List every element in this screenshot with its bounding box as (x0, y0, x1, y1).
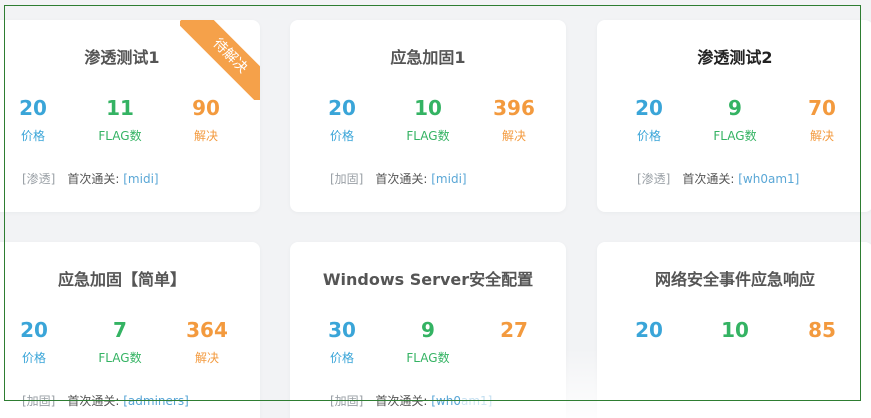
flag-stat: 10 (690, 318, 780, 342)
solved-label: 解决 (193, 129, 218, 143)
first-blood-user[interactable]: [adminers] (123, 394, 189, 408)
flag-stat: 7 FLAG数 (75, 318, 165, 365)
category-tag: [渗透] (637, 172, 671, 186)
first-blood: [加固] 首次通关: [adminers] (22, 392, 189, 409)
price-stat: 20 价格 (0, 318, 79, 365)
first-blood-label: 首次通关: (67, 394, 120, 408)
first-blood-label: 首次通关: (682, 172, 735, 186)
solved-count: 85 (808, 318, 836, 342)
flag-stat: 9 FLAG数 (383, 318, 473, 365)
flag-stat: 11 FLAG数 (75, 96, 165, 143)
flag-stat: 10 FLAG数 (383, 96, 473, 143)
solved-stat: 85 (777, 318, 867, 342)
solved-count: 27 (500, 318, 528, 342)
flag-label: FLAG数 (98, 351, 142, 365)
price-stat: 30 价格 (297, 318, 387, 365)
first-blood-user[interactable]: [midi] (123, 172, 158, 186)
challenge-title: Windows Server安全配置 (322, 270, 534, 289)
solved-count: 70 (808, 96, 836, 120)
price-stat: 20 价格 (604, 96, 694, 143)
price-value: 20 (635, 318, 663, 342)
first-blood: [加固] 首次通关: [wh0am1] (330, 392, 492, 409)
price-stat: 20 价格 (297, 96, 387, 143)
flag-label: FLAG数 (98, 129, 142, 143)
challenge-title: 网络安全事件应急响应 (654, 270, 815, 289)
flag-label: FLAG数 (406, 129, 450, 143)
flag-count: 7 (113, 318, 127, 342)
category-tag: [加固] (22, 394, 56, 408)
solved-count: 364 (186, 318, 228, 342)
price-label: 价格 (21, 351, 46, 365)
category-tag: [渗透] (22, 172, 56, 186)
challenge-card[interactable]: 应急加固【简单】 20 价格 7 FLAG数 364 解决 [加固] 首次通关: … (0, 242, 260, 418)
price-label: 价格 (20, 129, 45, 143)
solved-count: 90 (192, 96, 220, 120)
solved-stat: 364 解决 (162, 318, 252, 365)
price-label: 价格 (329, 351, 354, 365)
flag-count: 9 (728, 96, 742, 120)
challenge-card[interactable]: 渗透测试2 20 价格 9 FLAG数 70 解决 [渗透] 首次通关: [wh0… (597, 20, 871, 212)
challenge-title: 应急加固1 (390, 48, 466, 67)
price-label: 价格 (329, 129, 354, 143)
price-value: 20 (635, 96, 663, 120)
price-value: 30 (328, 318, 356, 342)
price-label: 价格 (636, 129, 661, 143)
ribbon-label: 待解决 (180, 20, 260, 100)
first-blood-user[interactable]: [wh0am1] (738, 172, 799, 186)
challenge-grid: 渗透测试1 待解决 20 价格 11 FLAG数 90 解决 [渗透] 首次通关:… (0, 0, 871, 418)
flag-count: 10 (721, 318, 749, 342)
flag-label: FLAG数 (713, 129, 757, 143)
challenge-title: 应急加固【简单】 (57, 270, 186, 289)
solved-label: 解决 (809, 129, 834, 143)
first-blood-user[interactable]: [midi] (431, 172, 466, 186)
flag-count: 9 (421, 318, 435, 342)
category-tag: [加固] (330, 172, 364, 186)
challenge-title: 渗透测试2 (697, 48, 773, 67)
first-blood: [加固] 首次通关: [midi] (330, 170, 467, 187)
category-tag: [加固] (330, 394, 364, 408)
price-stat: 20 (604, 318, 694, 342)
price-value: 20 (19, 96, 47, 120)
solved-stat: 90 解决 (161, 96, 251, 143)
solved-stat: 396 解决 (469, 96, 559, 143)
solved-label: 解决 (501, 129, 526, 143)
solved-label: 解决 (194, 351, 219, 365)
price-value: 20 (328, 96, 356, 120)
solved-stat: 70 解决 (777, 96, 867, 143)
solved-stat: 27 (469, 318, 559, 342)
challenge-card[interactable]: 应急加固1 20 价格 10 FLAG数 396 解决 [加固] 首次通关: [m… (290, 20, 566, 212)
challenge-card[interactable]: 网络安全事件应急响应 20 10 85 (597, 242, 871, 418)
flag-stat: 9 FLAG数 (690, 96, 780, 143)
flag-count: 11 (106, 96, 134, 120)
flag-count: 10 (414, 96, 442, 120)
first-blood-user[interactable]: [wh0am1] (431, 394, 492, 408)
flag-label: FLAG数 (406, 351, 450, 365)
first-blood: [渗透] 首次通关: [midi] (22, 170, 159, 187)
price-stat: 20 价格 (0, 96, 78, 143)
first-blood-label: 首次通关: (375, 394, 428, 408)
challenge-card[interactable]: Windows Server安全配置 30 价格 9 FLAG数 27 [加固]… (290, 242, 566, 418)
first-blood-label: 首次通关: (67, 172, 120, 186)
unsolved-ribbon: 待解决 (180, 20, 260, 100)
first-blood-label: 首次通关: (375, 172, 428, 186)
solved-count: 396 (493, 96, 535, 120)
first-blood: [渗透] 首次通关: [wh0am1] (637, 170, 799, 187)
price-value: 20 (20, 318, 48, 342)
challenge-card[interactable]: 渗透测试1 待解决 20 价格 11 FLAG数 90 解决 [渗透] 首次通关:… (0, 20, 260, 212)
